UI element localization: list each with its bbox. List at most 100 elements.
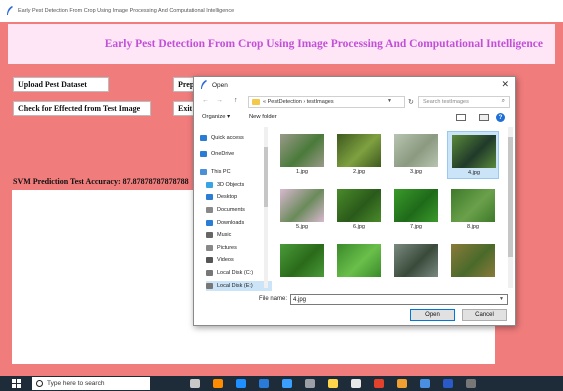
taskbar-app-icon[interactable] bbox=[397, 379, 407, 388]
feather-icon bbox=[201, 80, 207, 89]
chevron-down-icon[interactable]: ▼ bbox=[499, 296, 504, 302]
download-icon bbox=[206, 219, 213, 226]
preview-pane-icon[interactable] bbox=[479, 114, 489, 121]
refresh-icon[interactable]: ↻ bbox=[408, 98, 414, 106]
nav-item-label: Local Disk (C:) bbox=[217, 270, 254, 276]
exit-button[interactable]: Exit bbox=[173, 101, 195, 116]
app-header: Early Pest Detection From Crop Using Ima… bbox=[8, 24, 555, 64]
breadcrumb: « PestDetection › testImages bbox=[263, 99, 334, 105]
file-item[interactable]: 3.jpg bbox=[390, 131, 442, 179]
back-arrow-icon[interactable]: ← bbox=[202, 97, 209, 104]
image-thumbnail bbox=[451, 244, 495, 277]
taskbar-app-icon[interactable] bbox=[305, 379, 315, 388]
close-icon[interactable]: ✕ bbox=[501, 79, 509, 90]
file-item[interactable]: 1.jpg bbox=[276, 131, 328, 179]
image-thumbnail bbox=[280, 189, 324, 222]
taskbar-app-icon[interactable] bbox=[443, 379, 453, 388]
image-thumbnail bbox=[280, 134, 324, 167]
nav-item[interactable]: This PC bbox=[200, 167, 231, 177]
taskbar-app-icon[interactable] bbox=[190, 379, 200, 388]
file-name: 8.jpg bbox=[467, 224, 479, 230]
nav-item[interactable]: Pictures bbox=[206, 243, 237, 253]
upload-dataset-button[interactable]: Upload Pest Dataset bbox=[13, 77, 109, 92]
filename-label: File name: bbox=[259, 296, 288, 302]
preprocess-button[interactable]: Prep bbox=[173, 77, 195, 92]
organize-menu[interactable]: Organize ▾ bbox=[202, 114, 230, 120]
open-file-dialog: Open ✕ ← → ↑ « PestDetection › testImage… bbox=[193, 76, 516, 326]
nav-item-label: Pictures bbox=[217, 244, 237, 251]
file-item[interactable]: 5.jpg bbox=[276, 186, 328, 234]
open-button[interactable]: Open bbox=[410, 309, 455, 321]
chevron-down-icon[interactable]: ▼ bbox=[387, 98, 392, 104]
nav-item[interactable]: 3D Objects bbox=[206, 180, 244, 190]
image-thumbnail bbox=[394, 189, 438, 222]
filename-input[interactable]: 4.jpg ▼ bbox=[290, 294, 508, 305]
nav-item[interactable]: Documents bbox=[206, 205, 245, 215]
cortana-icon bbox=[36, 380, 43, 387]
nav-scrollbar[interactable] bbox=[264, 127, 268, 288]
cube-icon bbox=[206, 181, 213, 188]
disk-icon bbox=[206, 282, 213, 289]
file-item[interactable]: 6.jpg bbox=[333, 186, 385, 234]
files-scrollbar[interactable] bbox=[508, 127, 513, 288]
nav-item[interactable]: Music bbox=[206, 230, 231, 240]
file-item[interactable]: 2.jpg bbox=[333, 131, 385, 179]
search-input[interactable]: Search testImages ⌕ bbox=[418, 96, 510, 108]
image-thumbnail bbox=[394, 134, 438, 167]
taskbar-app-icon[interactable] bbox=[466, 379, 476, 388]
help-icon[interactable]: ? bbox=[496, 113, 505, 122]
nav-item-label: Music bbox=[217, 232, 232, 239]
files-scroll-thumb[interactable] bbox=[508, 137, 513, 257]
nav-item[interactable]: Local Disk (E:) bbox=[206, 280, 272, 291]
new-folder-button[interactable]: New folder bbox=[249, 114, 277, 120]
check-test-image-button[interactable]: Check for Effected from Test Image bbox=[13, 101, 151, 116]
nav-item[interactable]: OneDrive bbox=[200, 149, 234, 159]
nav-item-label: Videos bbox=[217, 257, 234, 264]
nav-item[interactable]: Desktop bbox=[206, 192, 237, 202]
taskbar-app-icon[interactable] bbox=[420, 379, 430, 388]
taskbar-app-icon[interactable] bbox=[328, 379, 338, 388]
file-item[interactable] bbox=[447, 241, 499, 288]
image-thumbnail bbox=[451, 189, 495, 222]
taskbar-search-input[interactable]: Type here to search bbox=[32, 377, 150, 390]
file-item[interactable]: 8.jpg bbox=[447, 186, 499, 234]
file-item[interactable] bbox=[276, 241, 328, 288]
file-name: 4.jpg bbox=[468, 170, 480, 176]
command-bar: Organize ▾ New folder ? bbox=[194, 111, 515, 125]
nav-item-label: This PC bbox=[211, 169, 231, 176]
up-arrow-icon[interactable]: ↑ bbox=[234, 97, 238, 104]
image-thumbnail bbox=[394, 244, 438, 277]
file-name: 6.jpg bbox=[353, 224, 365, 230]
cancel-button[interactable]: Cancel bbox=[462, 309, 507, 321]
document-icon bbox=[206, 207, 213, 213]
image-thumbnail bbox=[452, 135, 496, 168]
nav-item[interactable]: Quick access bbox=[200, 133, 244, 143]
address-bar[interactable]: « PestDetection › testImages ▼ bbox=[248, 96, 405, 108]
forward-arrow-icon[interactable]: → bbox=[216, 97, 223, 104]
file-item[interactable]: 7.jpg bbox=[390, 186, 442, 234]
taskbar-app-icon[interactable] bbox=[351, 379, 361, 388]
accuracy-label: SVM Prediction Test Accuracy: 87.8787878… bbox=[13, 177, 189, 186]
file-item[interactable]: 4.jpg bbox=[447, 131, 499, 179]
taskbar-app-icon[interactable] bbox=[236, 379, 246, 388]
image-thumbnail bbox=[337, 134, 381, 167]
image-thumbnail bbox=[337, 189, 381, 222]
nav-item-label: OneDrive bbox=[211, 150, 235, 157]
nav-item[interactable]: Local Disk (C:) bbox=[206, 268, 253, 278]
taskbar-app-icon[interactable] bbox=[259, 379, 269, 388]
nav-scroll-thumb[interactable] bbox=[264, 147, 268, 207]
nav-item-label: Documents bbox=[217, 207, 245, 213]
file-item[interactable] bbox=[390, 241, 442, 288]
image-thumbnail bbox=[337, 244, 381, 277]
dialog-title: Open bbox=[212, 81, 228, 89]
taskbar-app-icon[interactable] bbox=[374, 379, 384, 388]
nav-item[interactable]: Videos bbox=[206, 255, 234, 265]
taskbar-app-icon[interactable] bbox=[282, 379, 292, 388]
file-item[interactable] bbox=[333, 241, 385, 288]
nav-item[interactable]: Downloads bbox=[206, 218, 244, 228]
taskbar-app-icon[interactable] bbox=[213, 379, 223, 388]
windows-start-icon[interactable] bbox=[12, 379, 21, 388]
star-icon bbox=[200, 135, 207, 141]
view-options-icon[interactable] bbox=[456, 114, 466, 121]
picture-icon bbox=[206, 244, 213, 251]
